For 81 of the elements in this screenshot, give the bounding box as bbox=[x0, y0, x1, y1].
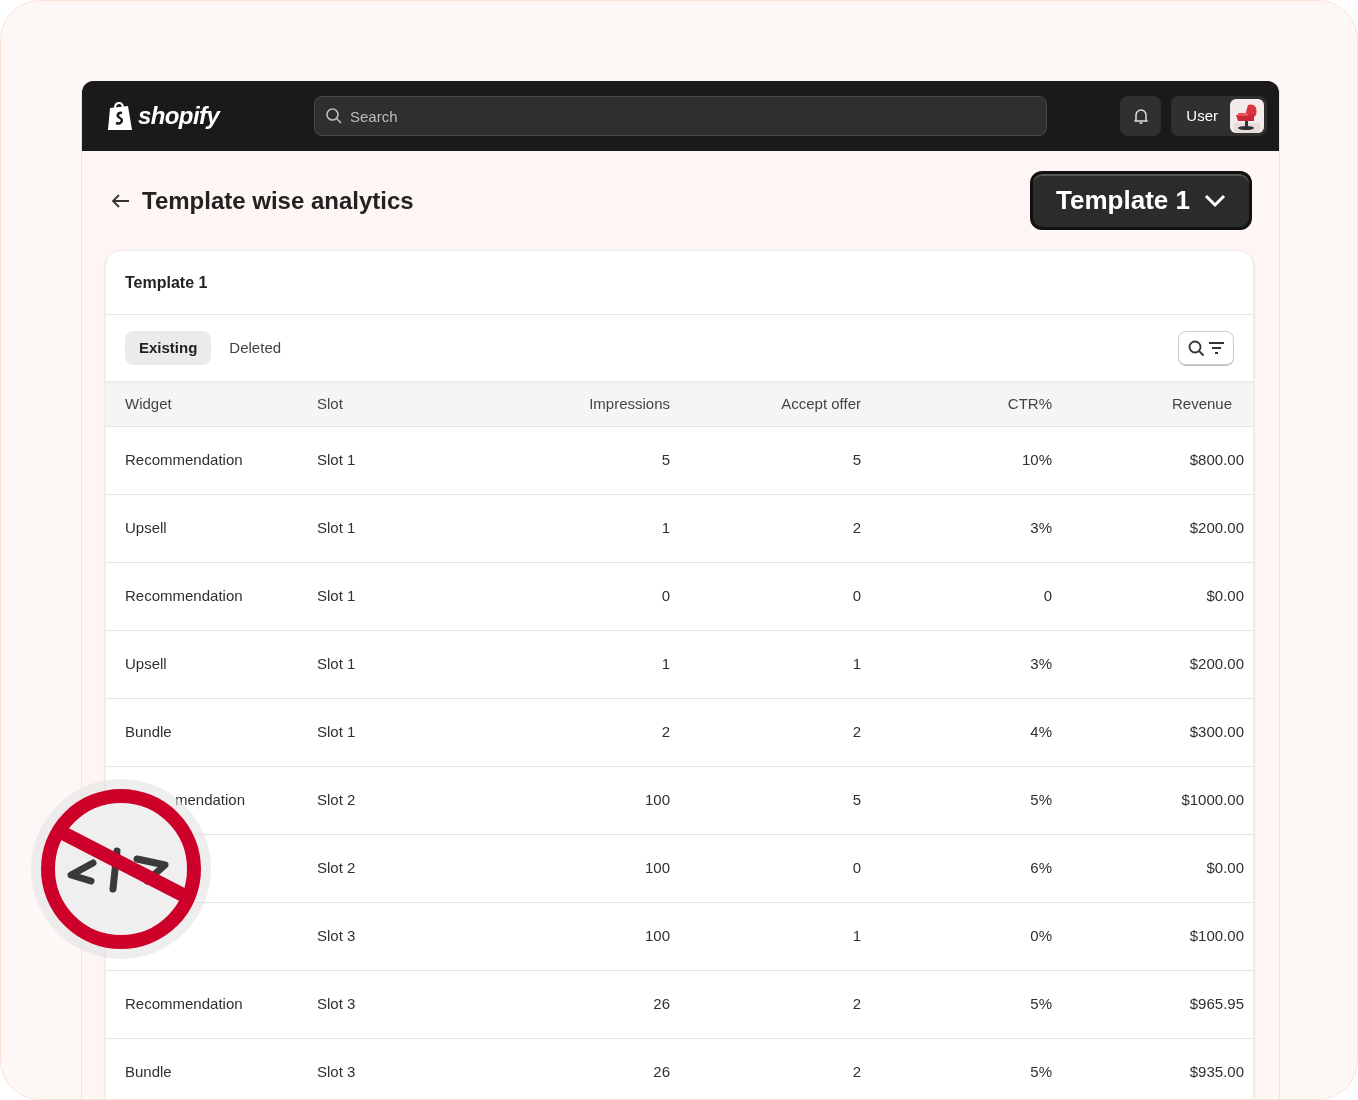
table-cell: 26 bbox=[653, 995, 670, 1013]
table-cell: Recommendation bbox=[125, 451, 243, 469]
column-header: Accept offer bbox=[780, 394, 861, 415]
table-cell: $200.00 bbox=[1189, 519, 1244, 537]
tab[interactable]: Deleted bbox=[215, 331, 296, 365]
search-icon bbox=[325, 107, 343, 125]
table-cell: Slot 2 bbox=[317, 791, 356, 809]
table-cell: Slot 1 bbox=[317, 655, 356, 673]
table-cell: Slot 1 bbox=[317, 587, 356, 605]
table-cell: 5 bbox=[852, 791, 861, 809]
table-cell: 5% bbox=[1030, 791, 1052, 809]
column-header: Slot bbox=[317, 394, 344, 415]
table-cell: 100 bbox=[644, 927, 670, 945]
table-cell: 0 bbox=[852, 587, 861, 605]
table-cell: 5% bbox=[1030, 995, 1052, 1013]
table-cell: 0 bbox=[1043, 587, 1052, 605]
table-cell: 5 bbox=[661, 451, 670, 469]
page-title: Template wise analytics bbox=[142, 185, 414, 216]
table-cell: 1 bbox=[852, 927, 861, 945]
table-cell: 0% bbox=[1030, 927, 1052, 945]
template-dropdown[interactable]: Template 1 bbox=[1030, 171, 1252, 230]
table-cell: 4% bbox=[1030, 723, 1052, 741]
table-cell: 3% bbox=[1030, 519, 1052, 537]
table-cell: 1 bbox=[661, 655, 670, 673]
table-cell: $965.95 bbox=[1189, 995, 1244, 1013]
table-cell: 26 bbox=[653, 1063, 670, 1081]
table-cell: Upsell bbox=[125, 655, 167, 673]
table-cell: $935.00 bbox=[1189, 1063, 1244, 1081]
table-cell: Slot 3 bbox=[317, 995, 356, 1013]
table-cell: 3% bbox=[1030, 655, 1052, 673]
search-filter-button[interactable] bbox=[1178, 331, 1234, 365]
table-cell: Slot 1 bbox=[317, 451, 356, 469]
table-cell: $300.00 bbox=[1189, 723, 1244, 741]
column-header: Revenue bbox=[1170, 394, 1233, 415]
table-cell: $800.00 bbox=[1189, 451, 1244, 469]
table-cell: 5% bbox=[1030, 1063, 1052, 1081]
table-cell: $1000.00 bbox=[1181, 791, 1244, 809]
column-header: Impressions bbox=[588, 394, 670, 415]
table-cell: mendation bbox=[175, 791, 246, 809]
table-cell: 0 bbox=[852, 859, 861, 877]
table-cell: Bundle bbox=[125, 723, 172, 741]
table-cell: Upsell bbox=[125, 519, 167, 537]
table-cell: 100 bbox=[644, 859, 670, 877]
table-cell: 2 bbox=[661, 723, 670, 741]
table-cell: $0.00 bbox=[1206, 859, 1244, 877]
table-cell: 0 bbox=[661, 587, 670, 605]
table-cell: Slot 1 bbox=[317, 519, 356, 537]
card-title: Template 1 bbox=[125, 272, 208, 293]
chevron-down-icon bbox=[1203, 193, 1226, 208]
table-cell: 2 bbox=[852, 723, 861, 741]
table-cell: Slot 3 bbox=[317, 1063, 356, 1081]
table-cell: $100.00 bbox=[1189, 927, 1244, 945]
logo-text: shopify bbox=[138, 101, 220, 131]
table-cell: $200.00 bbox=[1189, 655, 1244, 673]
table-cell: 2 bbox=[852, 1063, 861, 1081]
search-field[interactable]: Search bbox=[314, 96, 1047, 136]
table-cell: Recommendation bbox=[125, 587, 243, 605]
table-cell: Slot 1 bbox=[317, 723, 356, 741]
table-cell: Slot 2 bbox=[317, 859, 356, 877]
table-cell: 1 bbox=[852, 655, 861, 673]
notifications-button[interactable] bbox=[1120, 96, 1162, 136]
bell-icon bbox=[1131, 107, 1150, 125]
user-menu-button[interactable]: User bbox=[1171, 96, 1267, 136]
table-cell: 5 bbox=[852, 451, 861, 469]
filter-icon bbox=[1207, 342, 1225, 354]
table-cell: 10% bbox=[1021, 451, 1052, 469]
table-cell: Slot 3 bbox=[317, 927, 356, 945]
table-cell: $0.00 bbox=[1206, 587, 1244, 605]
shopping-bag-icon bbox=[106, 100, 134, 132]
column-header: CTR% bbox=[1006, 394, 1052, 415]
table-cell: 6% bbox=[1030, 859, 1052, 877]
column-header: Widget bbox=[124, 394, 173, 415]
back-arrow-icon[interactable] bbox=[112, 193, 130, 208]
table-cell: Bundle bbox=[125, 1063, 172, 1081]
search-icon bbox=[1187, 339, 1205, 357]
table-cell: 2 bbox=[852, 995, 861, 1013]
table-cell: 100 bbox=[644, 791, 670, 809]
table-cell: Recommendation bbox=[125, 995, 243, 1013]
table-cell: 2 bbox=[852, 519, 861, 537]
tab[interactable]: Existing bbox=[125, 331, 212, 365]
table-cell: 1 bbox=[661, 519, 670, 537]
